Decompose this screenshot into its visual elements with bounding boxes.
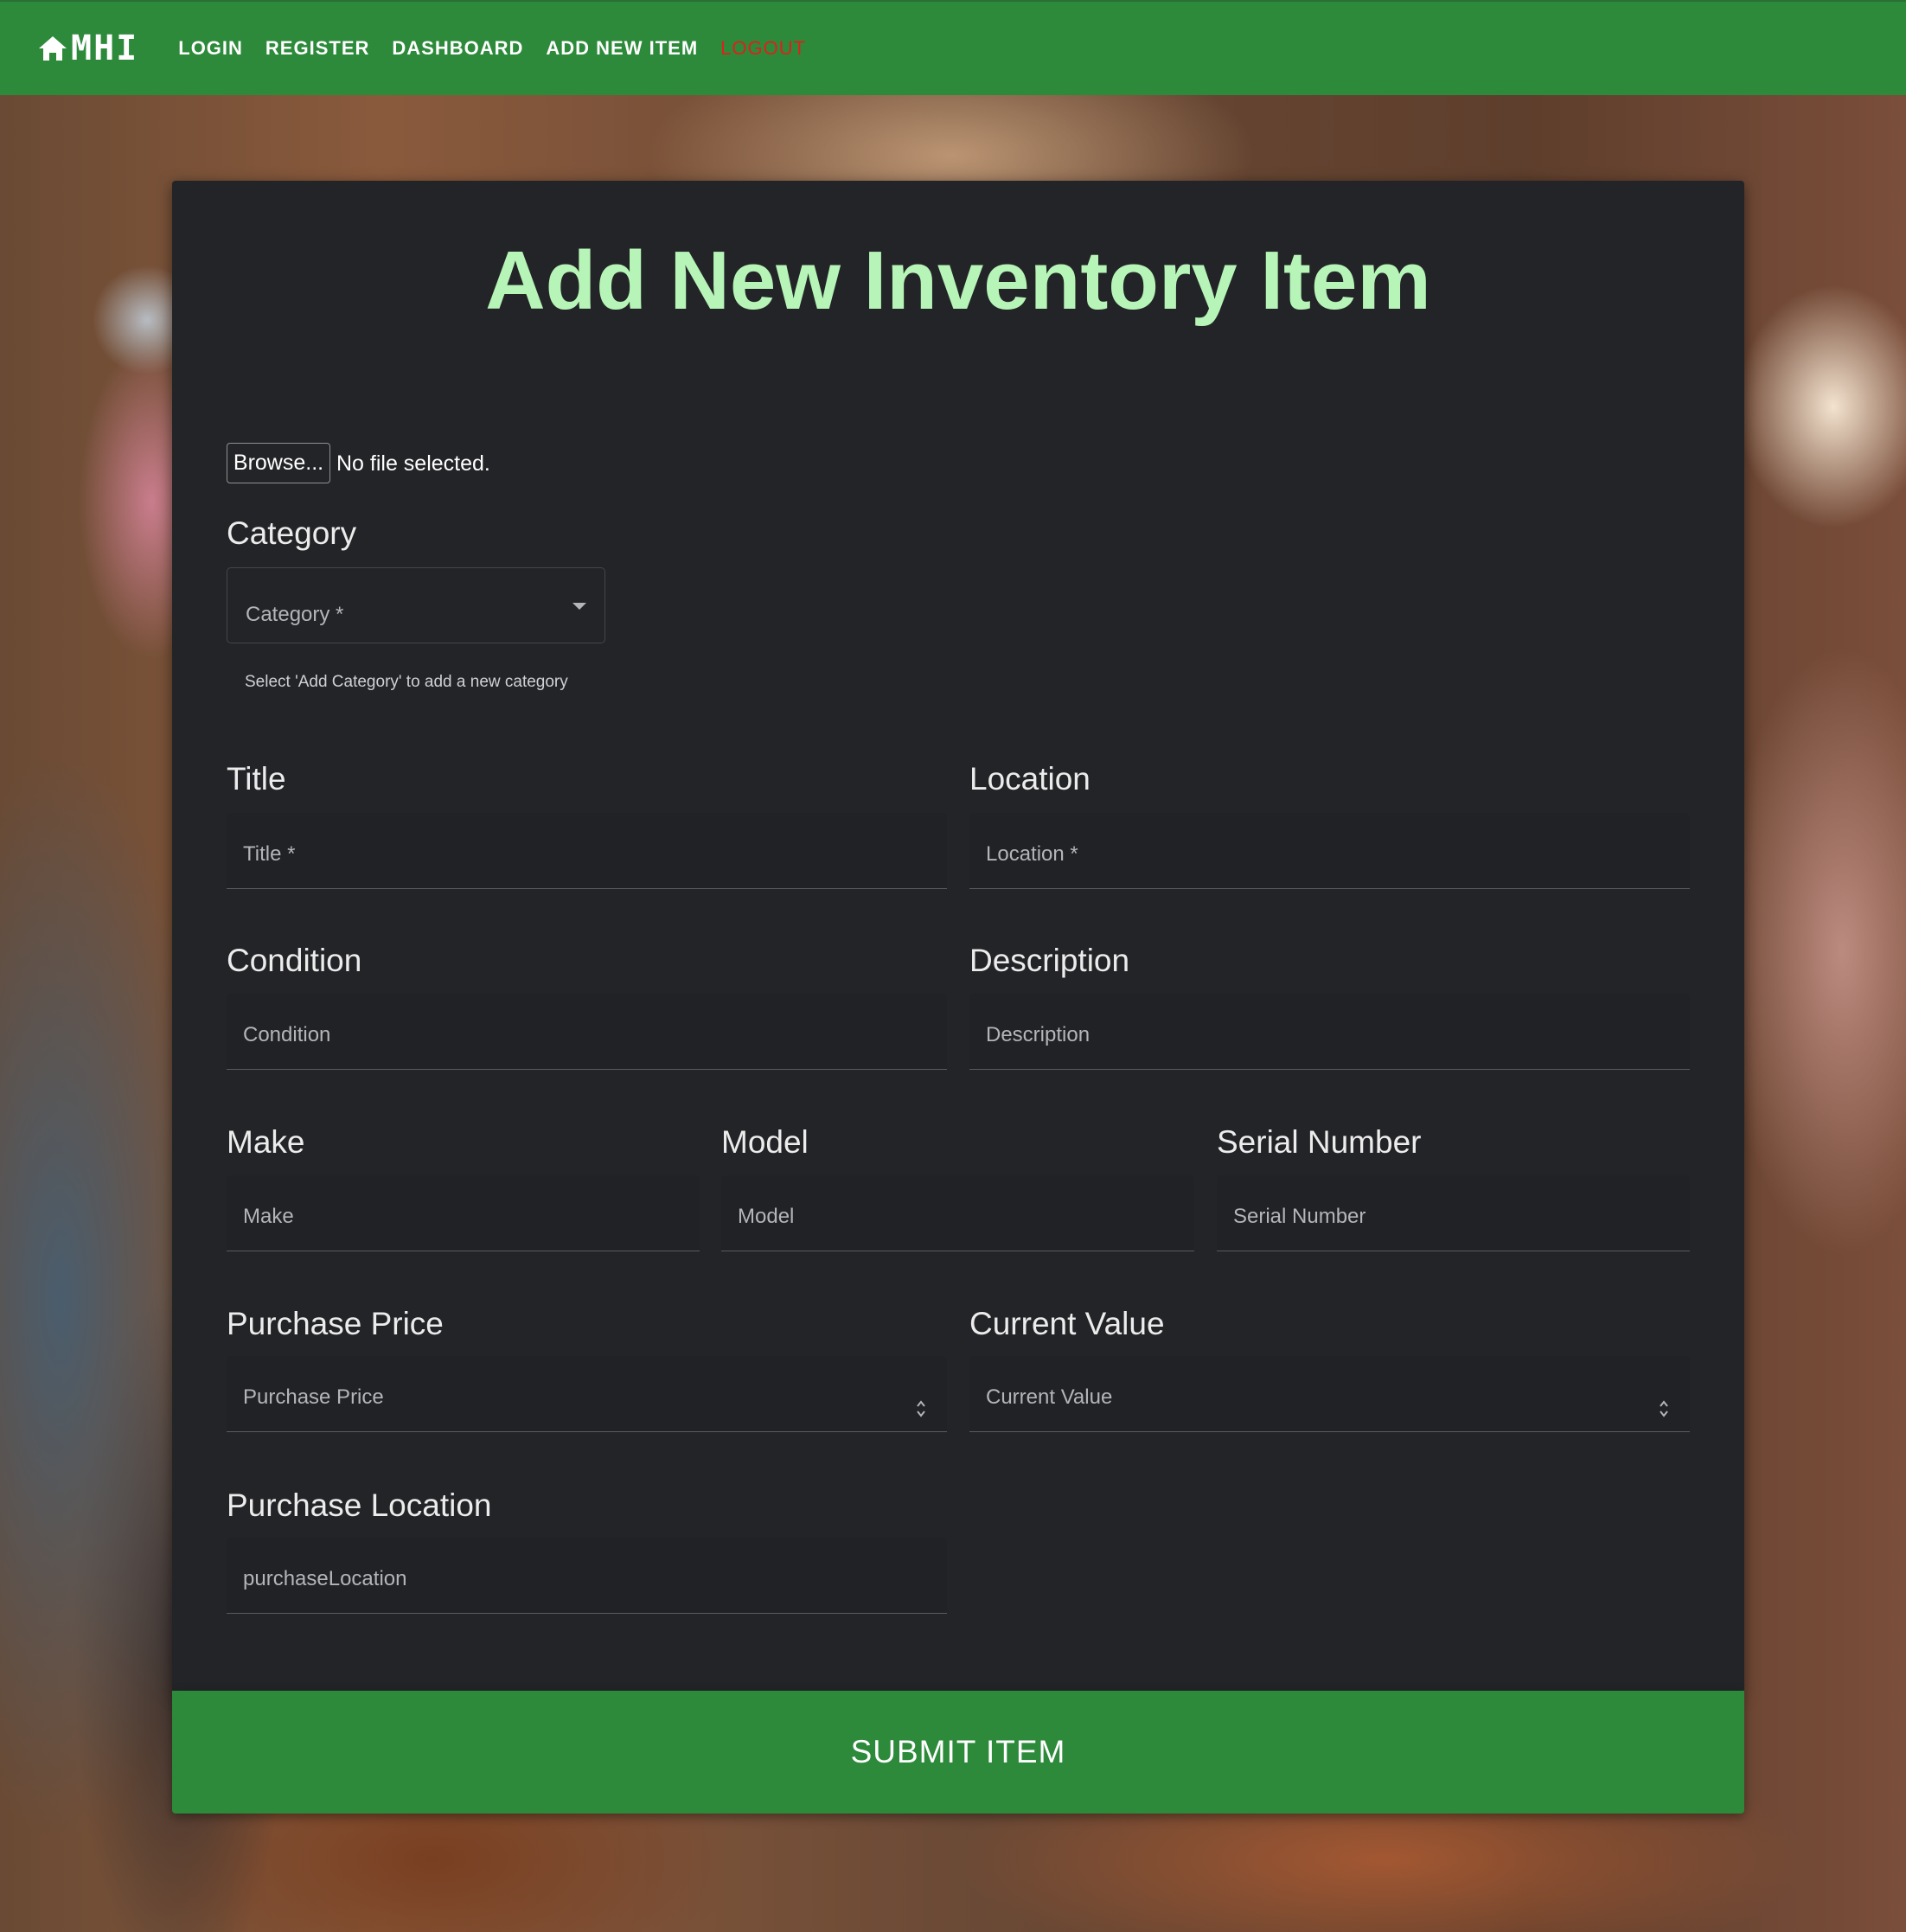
purchase-price-label: Purchase Price [227,1306,444,1341]
category-select[interactable]: Category * [227,567,605,643]
model-placeholder: Model [738,1205,795,1228]
file-status-text: No file selected. [336,451,490,476]
description-input[interactable]: Description [969,994,1690,1070]
number-spinner-icon[interactable] [1659,1399,1669,1418]
page-title: Add New Inventory Item [485,234,1431,327]
serial-number-input[interactable]: Serial Number [1217,1175,1690,1251]
model-input[interactable]: Model [721,1175,1194,1251]
purchase-location-input[interactable]: purchaseLocation [227,1538,947,1614]
condition-placeholder: Condition [243,1023,331,1046]
nav-add-new-item[interactable]: ADD NEW ITEM [546,37,698,60]
title-input[interactable]: Title * [227,813,947,889]
title-label: Title [227,761,286,796]
make-placeholder: Make [243,1205,294,1228]
number-spinner-icon[interactable] [916,1399,926,1418]
nav-logout[interactable]: LOGOUT [720,37,806,60]
title-placeholder: Title * [243,842,296,866]
current-value-input[interactable]: Current Value [969,1356,1690,1432]
condition-label: Condition [227,943,362,978]
brand-logo[interactable]: MHI [38,29,138,68]
category-placeholder: Category * [246,603,344,626]
current-value-label: Current Value [969,1306,1165,1341]
condition-input[interactable]: Condition [227,994,947,1070]
brand-text: MHI [71,29,139,68]
location-input[interactable]: Location * [969,813,1690,889]
current-value-placeholder: Current Value [986,1385,1113,1409]
home-icon [39,36,67,61]
serial-number-placeholder: Serial Number [1233,1205,1366,1228]
top-navbar: MHI LOGIN REGISTER DASHBOARD ADD NEW ITE… [0,0,1906,95]
form-card [172,181,1744,1692]
serial-number-label: Serial Number [1217,1124,1422,1160]
nav-dashboard[interactable]: DASHBOARD [392,37,523,60]
description-placeholder: Description [986,1023,1091,1046]
submit-item-button[interactable]: SUBMIT ITEM [172,1691,1744,1814]
purchase-price-placeholder: Purchase Price [243,1385,384,1409]
model-label: Model [721,1124,809,1160]
make-input[interactable]: Make [227,1175,700,1251]
nav-login[interactable]: LOGIN [178,37,243,60]
purchase-price-input[interactable]: Purchase Price [227,1356,947,1432]
purchase-location-label: Purchase Location [227,1487,492,1523]
nav-register[interactable]: REGISTER [265,37,369,60]
make-label: Make [227,1124,305,1160]
browse-button[interactable]: Browse... [227,443,330,483]
description-label: Description [969,943,1130,978]
location-label: Location [969,761,1091,796]
chevron-down-icon [572,603,586,610]
location-placeholder: Location * [986,842,1078,866]
category-helper-text: Select 'Add Category' to add a new categ… [245,673,568,691]
purchase-location-placeholder: purchaseLocation [243,1567,407,1590]
category-label: Category [227,515,357,551]
